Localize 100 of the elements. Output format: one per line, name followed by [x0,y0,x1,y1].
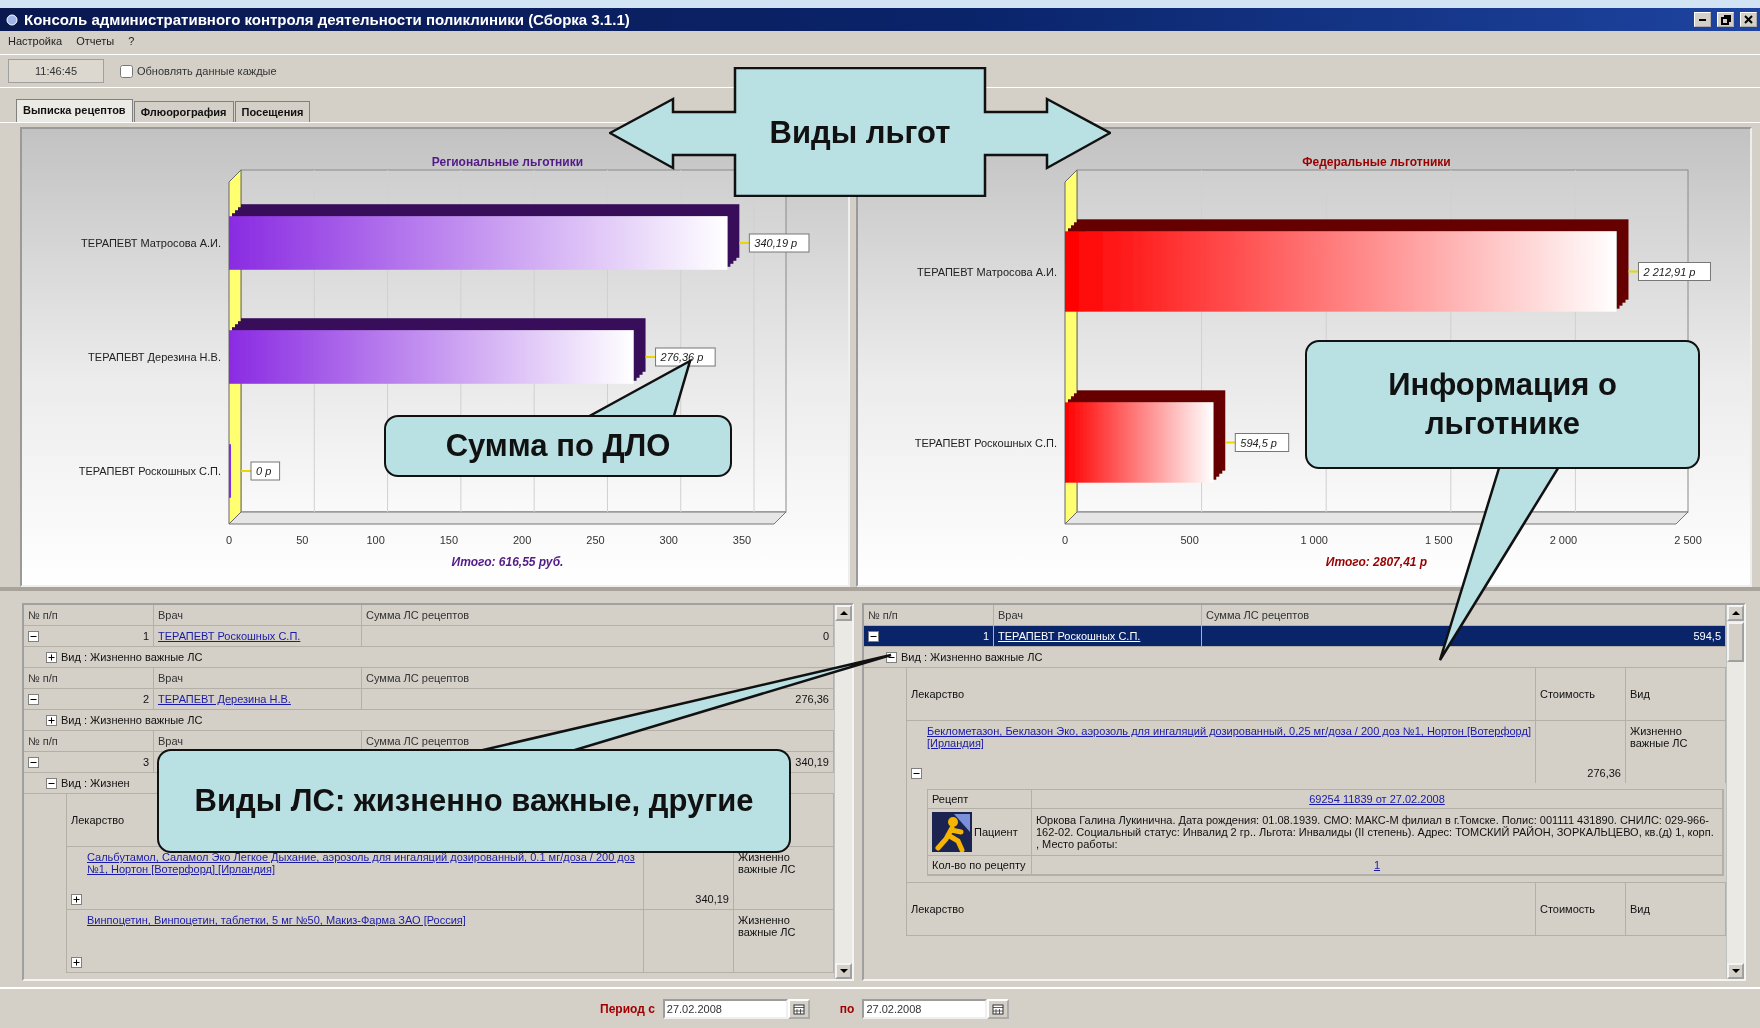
total-label: Итого: 616,55 руб. [451,555,564,569]
expand-icon[interactable] [71,894,82,905]
quantity-link[interactable]: 1 [1373,859,1381,871]
column-header: Лекарство [71,814,124,826]
row-number: 2 [142,693,149,705]
doctor-link[interactable]: ТЕРАПЕВТ Роскошных С.П. [998,630,1141,642]
column-header: Врач [154,668,362,688]
auto-refresh-checkbox[interactable] [120,64,133,78]
drug-type: Жизненно важные ЛС [1630,725,1688,749]
tick-label: 0 [225,534,233,546]
scroll-up-button[interactable] [835,605,852,621]
tick-label: 350 [732,534,752,546]
drug-link[interactable]: Беклометазон, Беклазон Эко, аэрозоль для ингаляций дозированный, 0,25 мг/доза / 200 доз №1, Нортон [Вотерфорд] [Ирландия] [927,725,1531,779]
tick-label: 500 [1180,534,1199,546]
tick-label: 250 [586,534,605,546]
column-header: № п/п [24,668,154,688]
close-button[interactable] [1740,12,1757,27]
cost-value: 276,36 [1587,767,1621,779]
app-icon [6,13,18,26]
column-header: Стоимость [1540,688,1596,700]
maximize-button[interactable] [1717,12,1734,27]
column-header: № п/п [24,731,154,751]
column-header: Вид [1630,688,1650,700]
window-title: Консоль административного контроля деятельности поликлиники (Сборка 3.1.1) [24,11,631,28]
tab[interactable]: Посещения [234,101,311,122]
close-icon [1744,15,1753,24]
period-label: по [839,1001,855,1016]
tick-label: 2 000 [1549,534,1578,546]
scroll-down-button[interactable] [835,963,852,979]
value-label: 594,5 р [1224,433,1290,452]
column-header: Врач [154,605,362,625]
scroll-thumb[interactable] [1727,622,1744,662]
patient-info: Юркова Галина Лукинична. Дата рождения: 01.08.1939. СМО: МАКС-М филиал в г.Томске. Полис: 001111 431890. СНИЛС: 029-966-162-02. Социальный статус: Инвалид 2 гр.. Льгота: Инвалиды (II степень). Адрес: ТОМСКИЙ РАЙОН, ЗОРКАЛЬЦЕВО, кв.(д) 1, корп. , Место работы: [1032,809,1723,856]
column-header: Лекарство [911,903,964,915]
sum-value: 340,19 [795,756,829,768]
calendar-button[interactable] [987,998,1010,1019]
sum-value: 594,5 [1693,630,1721,642]
collapse-icon[interactable] [911,768,922,779]
expand-icon[interactable] [46,714,57,726]
tick-label: 2 500 [1674,534,1702,546]
tick-label: 150 [439,534,459,546]
clock-display: 11:46:45 [8,59,104,83]
drug-link[interactable]: Винпоцетин, Винпоцетин, таблетки, 5 мг №50, Макиз-Фарма ЗАО [Россия] [87,914,639,968]
tick-label: 200 [513,534,532,546]
minimize-icon [1699,18,1706,21]
tick-label: 1 000 [1300,534,1328,546]
tab[interactable]: Флюорография [133,101,234,122]
category-label: ТЕРАПЕВТ Роскошных С.П. [78,465,221,477]
drug-type: Жизненно важные ЛС [738,851,796,875]
field-label: Кол-во по рецепту [928,856,1032,875]
column-header: № п/п [864,605,994,625]
date-field[interactable]: 27.02.2008 [862,998,988,1019]
minimize-button[interactable] [1694,12,1711,27]
column-header: Стоимость [1540,903,1596,915]
table-row[interactable]: 1 ТЕРАПЕВТ Роскошных С.П. 0 [24,626,834,647]
column-header: Вид [1630,903,1650,915]
column-header: Лекарство [911,688,964,700]
calendar-icon [792,1002,805,1015]
sum-value: 0 [822,630,829,642]
scrollbar[interactable] [1726,605,1744,979]
expand-icon[interactable] [71,957,82,968]
category-label: Вид : Жизненно важные ЛС [901,651,1043,663]
menu-item[interactable]: Настройка [8,34,63,47]
tab[interactable]: Выписка рецептов [16,99,133,122]
total-label: Итого: 2807,41 р [1325,555,1428,569]
menu-item[interactable]: ? [128,34,135,47]
prescription-link[interactable]: 69254 11839 от 27.02.2008 [1309,793,1445,805]
collapse-icon[interactable] [868,630,879,642]
category-label: ТЕРАПЕВТ Дерезина Н.В. [88,351,221,363]
doctor-link[interactable]: ТЕРАПЕВТ Дерезина Н.В. [158,693,291,705]
expand-icon[interactable] [46,651,57,663]
tick-label: 300 [659,534,678,546]
chart-title: Региональные льготники [431,155,584,169]
doctor-link[interactable]: ТЕРАПЕВТ Роскошных С.П. [158,630,301,642]
scroll-up-button[interactable] [1727,605,1744,621]
callout-text: Виды льгот [768,113,952,152]
callout: Виды ЛС: жизненно важные, другие [157,749,791,853]
drug-type: Жизненно важные ЛС [738,914,796,938]
value-label: 276,36 р [644,347,716,367]
period-label: Период с [600,1001,655,1016]
category-label: Вид : Жизнен [61,777,130,789]
value-label: 340,19 р [738,233,810,253]
category-label: Вид : Жизненно важные ЛС [61,651,203,663]
table-row[interactable]: 1 ТЕРАПЕВТ Роскошных С.П. 594,5 [864,626,1726,647]
calendar-icon [992,1002,1005,1015]
calendar-button[interactable] [787,998,810,1019]
chart-title: Федеральные льготники [1302,155,1451,169]
field-label: Рецепт [928,790,1032,809]
scroll-down-button[interactable] [1727,963,1744,979]
collapse-icon[interactable] [46,777,57,789]
scrollbar[interactable] [834,605,852,979]
date-field[interactable]: 27.02.2008 [662,998,788,1019]
collapse-icon[interactable] [28,630,39,642]
drug-link[interactable]: Сальбутамол, Саламол Эко Легкое Дыхание, аэрозоль для ингаляций дозированный, 0.1 мг/доза / 200 доз №1, Нортон [Вотерфорд] [Ирландия] [87,851,639,905]
row-number: 1 [982,630,989,642]
category-label: ТЕРАПЕВТ Матросова А.И. [81,237,221,249]
collapse-icon[interactable] [28,693,39,705]
collapse-icon[interactable] [28,756,39,768]
menu-item[interactable]: Отчеты [76,34,115,47]
tick-label: 50 [296,534,309,546]
